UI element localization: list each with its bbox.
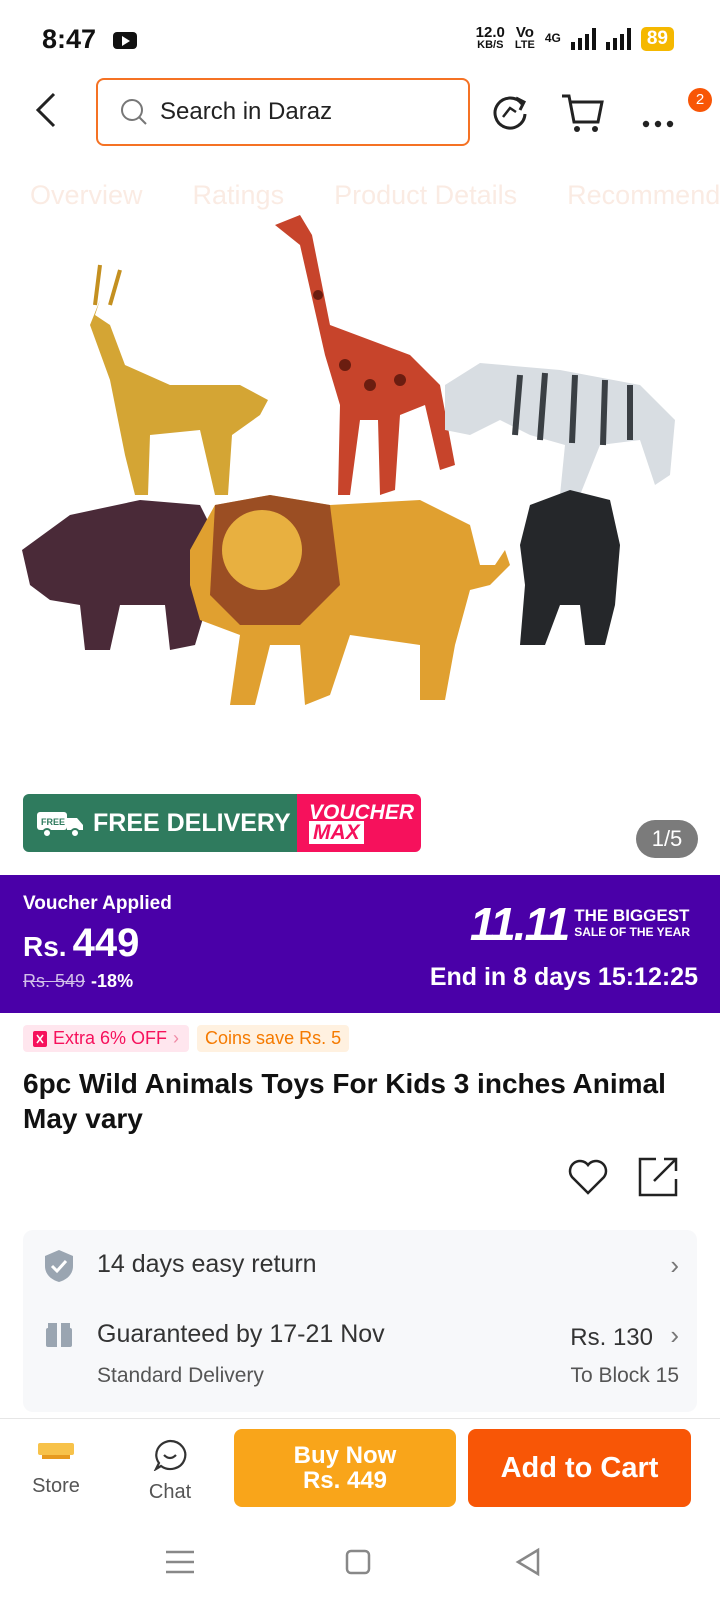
store-button[interactable]: Store [16,1439,96,1498]
voucher-icon [33,1030,47,1047]
extra-off-chip[interactable]: Extra 6% OFF › [23,1025,190,1052]
product-image[interactable] [0,205,720,765]
voucher-max-badge: VOUCHER MAX [297,794,421,852]
back-arrow-icon [35,92,56,128]
battery-indicator: 89 [640,26,674,51]
sale-campaign-logo: 11.11 THE BIGGEST SALE OF THE YEAR [469,898,690,950]
delivery-fee: Rs. 130 [570,1324,653,1351]
chevron-right-icon: › [670,1250,679,1280]
network-speed: 12.0 KB/S [475,24,505,51]
cart-count-badge: 2 [688,88,712,112]
top-header: Search in Daraz 2 [0,76,720,148]
share-history-button[interactable] [488,90,532,134]
wishlist-button[interactable] [566,1155,610,1199]
image-pager: 1/5 [636,820,698,858]
delivery-location: To Block 15 [570,1364,679,1387]
chat-button[interactable]: Chat [130,1439,210,1504]
free-delivery-voucher-banner: FREE FREE DELIVERY VOUCHER MAX [23,794,421,852]
refresh-arrow-icon [493,96,527,130]
recent-apps-icon[interactable] [162,1544,198,1580]
share-button[interactable] [636,1155,680,1199]
status-indicators: 12.0 KB/S Vo LTE 4G 89 [475,24,674,51]
add-to-cart-button[interactable]: Add to Cart [468,1429,691,1507]
back-nav-icon[interactable] [510,1544,546,1580]
shield-check-icon [45,1250,73,1282]
giraffe-figure [275,215,455,495]
antelope-figure [90,264,268,495]
back-button[interactable] [30,90,66,130]
discount-percent: -18% [91,971,134,991]
cart-icon [562,94,604,132]
zebra-figure [445,363,675,495]
product-title: 6pc Wild Animals Toys For Kids 3 inches … [23,1068,666,1134]
return-policy-text: 14 days easy return [97,1250,317,1278]
status-bar: 8:47 12.0 KB/S Vo LTE 4G 89 [0,0,720,80]
youtube-notification-icon [113,32,137,49]
chevron-right-icon: › [173,1028,180,1048]
lion-figure [190,495,510,705]
search-input[interactable]: Search in Daraz [96,78,470,146]
price-section: Voucher Applied Rs. 449 Rs. 549 -18% 11.11… [0,875,720,1013]
current-price: Rs. 449 [23,921,140,965]
more-dots-icon [642,120,674,128]
delivery-guarantee-text: Guaranteed by 17-21 Nov [97,1320,385,1348]
service-info-card: 14 days easy return › Guaranteed by 17-2… [23,1230,697,1412]
volte-indicator: Vo LTE [514,24,535,51]
signal-icon [570,27,596,50]
free-delivery-badge: FREE FREE DELIVERY [23,794,297,852]
sale-countdown: End in 8 days 15:12:25 [429,963,698,991]
home-icon[interactable] [340,1544,376,1580]
signal-icon-2 [605,27,631,50]
coins-chip[interactable]: Coins save Rs. 5 [197,1025,350,1052]
search-icon [121,99,147,125]
status-time: 8:47 [42,24,97,54]
more-options-button[interactable] [640,90,684,134]
bear-figure [520,490,620,645]
bottom-action-bar: Store Chat Buy Now Rs. 449 Add to Cart [0,1418,720,1518]
delivery-type: Standard Delivery [97,1364,264,1387]
store-logo-icon [38,1443,74,1459]
voucher-applied-label: Voucher Applied [23,893,172,914]
delivery-truck-icon: FREE [37,812,83,838]
cart-button[interactable] [560,90,604,134]
delivery-row[interactable]: Guaranteed by 17-21 Nov Standard Deliver… [23,1320,697,1400]
svg-text:FREE: FREE [41,817,65,827]
original-price: Rs. 549 -18% [23,971,134,991]
return-policy-row[interactable]: 14 days easy return › [23,1248,697,1292]
chevron-right-icon: › [670,1320,679,1350]
package-icon [46,1323,72,1347]
chat-icon [153,1439,187,1472]
mobile-data-indicator: 4G [544,31,561,45]
offer-chips: Extra 6% OFF › Coins save Rs. 5 [23,1025,350,1052]
share-icon [638,1157,678,1197]
heart-icon [568,1159,608,1195]
system-navigation-bar [0,1530,720,1604]
buy-now-button[interactable]: Buy Now Rs. 449 [234,1429,456,1507]
search-placeholder: Search in Daraz [160,98,333,125]
